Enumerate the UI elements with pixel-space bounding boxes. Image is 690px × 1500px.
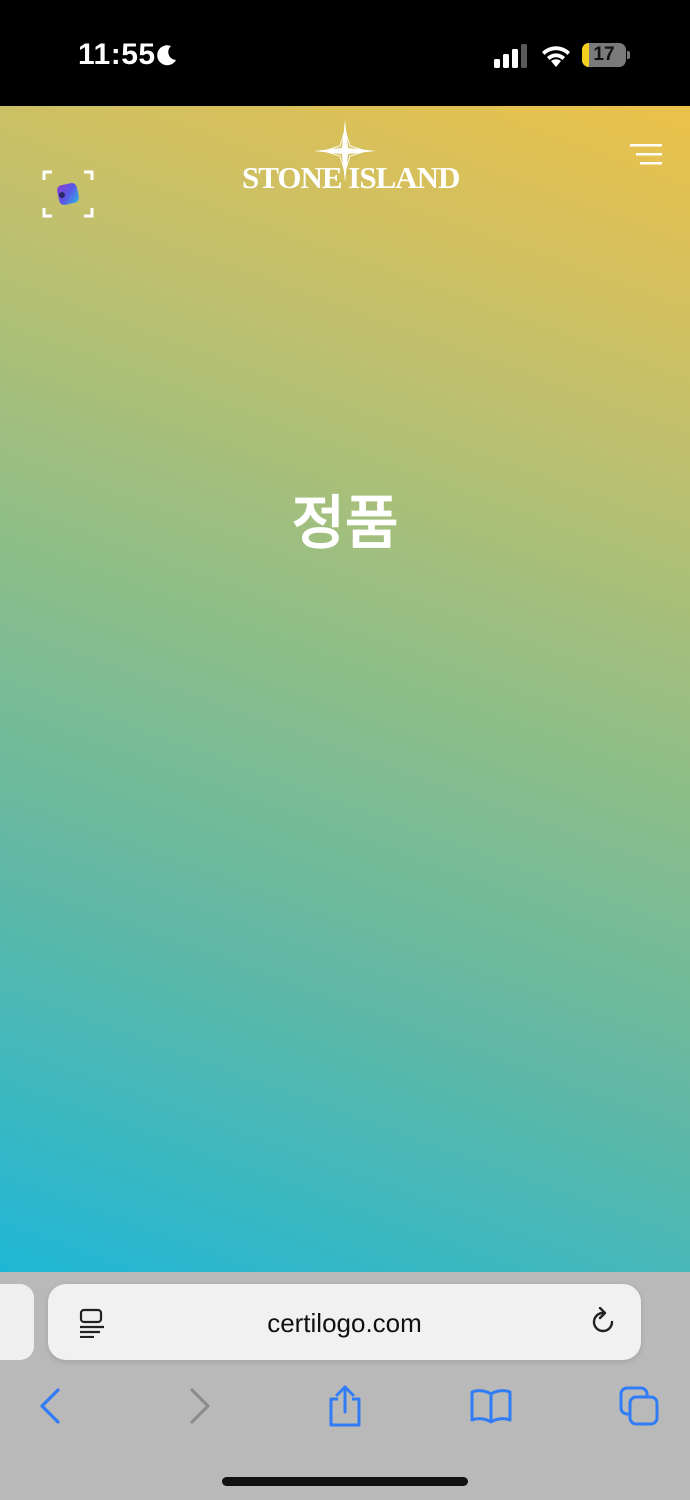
address-bar[interactable]: certilogo.com — [48, 1284, 641, 1360]
status-bar: 11:55 17 — [0, 0, 690, 106]
battery-level: 17 — [593, 44, 615, 65]
battery-icon: 17 — [582, 43, 630, 67]
menu-icon[interactable] — [630, 144, 662, 166]
url-text: certilogo.com — [267, 1308, 422, 1338]
back-icon[interactable] — [28, 1384, 72, 1428]
share-icon[interactable] — [323, 1384, 367, 1428]
brand-logo[interactable]: STONE ISLAND — [242, 120, 460, 202]
logo-text: STONE ISLAND — [242, 160, 460, 195]
page-content: STONE ISLAND 정품 — [0, 106, 690, 1272]
tabs-icon[interactable] — [617, 1384, 661, 1428]
scan-icon[interactable] — [40, 168, 96, 220]
home-indicator — [222, 1477, 468, 1486]
moon-icon — [157, 45, 176, 66]
reload-icon[interactable] — [588, 1307, 618, 1337]
signal-icon — [494, 44, 527, 68]
forward-icon[interactable] — [178, 1384, 222, 1428]
status-time: 11:55 — [78, 38, 156, 71]
browser-toolbar: certilogo.com — [0, 1272, 690, 1500]
bookmarks-icon[interactable] — [469, 1384, 513, 1428]
previous-tab-stub[interactable] — [0, 1284, 34, 1360]
wifi-icon — [542, 46, 570, 67]
page-headline: 정품 — [291, 489, 399, 557]
